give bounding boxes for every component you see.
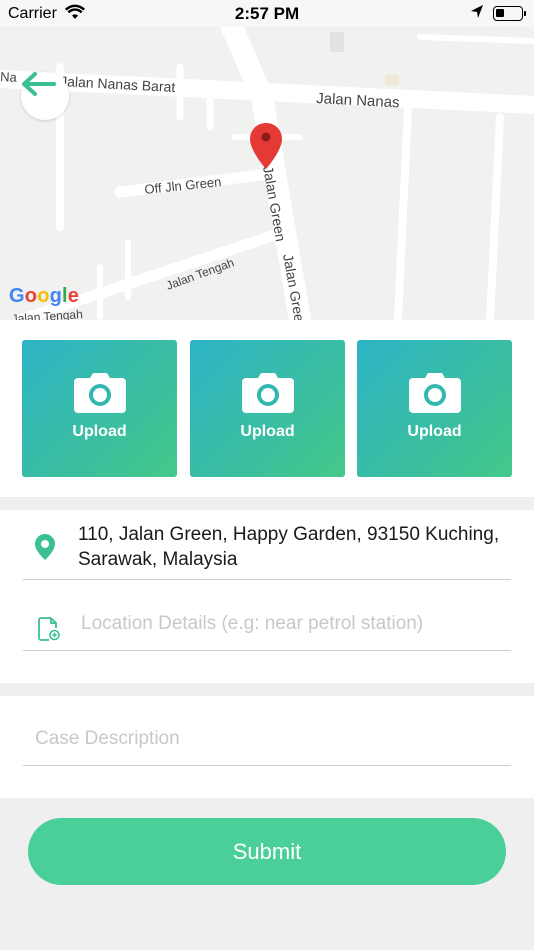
battery-icon — [493, 6, 526, 21]
upload-photo-button-1[interactable]: Upload — [22, 340, 177, 477]
upload-photo-button-2[interactable]: Upload — [190, 340, 345, 477]
arrow-left-icon — [22, 72, 56, 96]
case-description-input[interactable] — [35, 728, 495, 750]
map-label-road: Off Jln Green — [144, 174, 222, 197]
map-view[interactable]: Na Jalan Nanas Barat Jalan Nanas Off Jln… — [0, 27, 534, 320]
submit-button[interactable]: Submit — [28, 818, 506, 885]
location-details-row — [23, 597, 511, 651]
case-description-row — [23, 724, 511, 766]
upload-label: Upload — [72, 423, 127, 440]
camera-icon — [408, 373, 461, 413]
address-row[interactable]: 110, Jalan Green, Happy Garden, 93150 Ku… — [23, 510, 511, 580]
photo-upload-section: Upload Upload Upload — [0, 320, 534, 497]
map-label-road: Jalan Nanas — [316, 90, 400, 111]
back-button[interactable] — [21, 72, 69, 120]
map-label-road: Jalan Tengah — [11, 307, 83, 320]
location-details-input[interactable] — [81, 613, 501, 635]
camera-icon — [241, 373, 294, 413]
google-logo: Google — [9, 285, 80, 307]
address-text: 110, Jalan Green, Happy Garden, 93150 Ku… — [78, 524, 500, 570]
camera-icon — [73, 373, 126, 413]
map-label-road: Na — [0, 69, 18, 85]
upload-photo-button-3[interactable]: Upload — [357, 340, 512, 477]
upload-label: Upload — [407, 423, 462, 440]
location-pin-icon — [35, 534, 55, 565]
description-section — [0, 696, 534, 798]
location-arrow-icon — [470, 4, 484, 25]
status-bar: Carrier 2:57 PM — [0, 0, 534, 27]
address-section: 110, Jalan Green, Happy Garden, 93150 Ku… — [0, 510, 534, 683]
upload-label: Upload — [240, 423, 295, 440]
document-add-icon — [38, 617, 60, 646]
status-time: 2:57 PM — [234, 4, 300, 23]
